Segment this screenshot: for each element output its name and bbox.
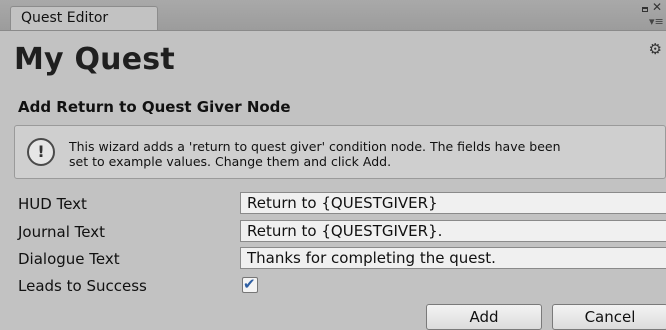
tab-bar: Quest Editor ✕ ▾≡ bbox=[0, 0, 666, 31]
context-menu-icon[interactable]: ▾≡ bbox=[649, 16, 664, 27]
dialogue-text-input[interactable] bbox=[240, 247, 666, 269]
dialogue-text-row: Dialogue Text bbox=[0, 247, 666, 271]
journal-text-input[interactable] bbox=[240, 220, 666, 242]
page-title: My Quest bbox=[14, 42, 175, 77]
help-box: ! This wizard adds a 'return to quest gi… bbox=[14, 125, 666, 179]
leads-to-success-label: Leads to Success bbox=[18, 277, 147, 295]
hud-text-row: HUD Text bbox=[0, 192, 666, 216]
journal-text-row: Journal Text bbox=[0, 220, 666, 244]
checkmark-icon: ✔ bbox=[243, 275, 256, 293]
add-button[interactable]: Add bbox=[426, 304, 542, 330]
section-title: Add Return to Quest Giver Node bbox=[18, 98, 291, 116]
tab-label: Quest Editor bbox=[21, 10, 109, 26]
maximize-icon[interactable] bbox=[642, 7, 648, 12]
hud-text-input[interactable] bbox=[240, 192, 666, 214]
dialogue-text-label: Dialogue Text bbox=[18, 250, 120, 268]
help-text: This wizard adds a 'return to quest give… bbox=[69, 139, 561, 169]
gear-icon[interactable]: ⚙ bbox=[649, 40, 662, 58]
window-controls: ✕ ▾≡ bbox=[638, 1, 664, 28]
info-icon: ! bbox=[27, 138, 55, 166]
tab-quest-editor[interactable]: Quest Editor bbox=[10, 6, 158, 30]
hud-text-label: HUD Text bbox=[18, 195, 87, 213]
leads-to-success-row: Leads to Success ✔ bbox=[0, 274, 666, 298]
leads-to-success-checkbox[interactable]: ✔ bbox=[242, 275, 258, 293]
close-icon[interactable]: ✕ bbox=[652, 1, 662, 13]
journal-text-label: Journal Text bbox=[18, 223, 105, 241]
cancel-button[interactable]: Cancel bbox=[552, 304, 666, 330]
